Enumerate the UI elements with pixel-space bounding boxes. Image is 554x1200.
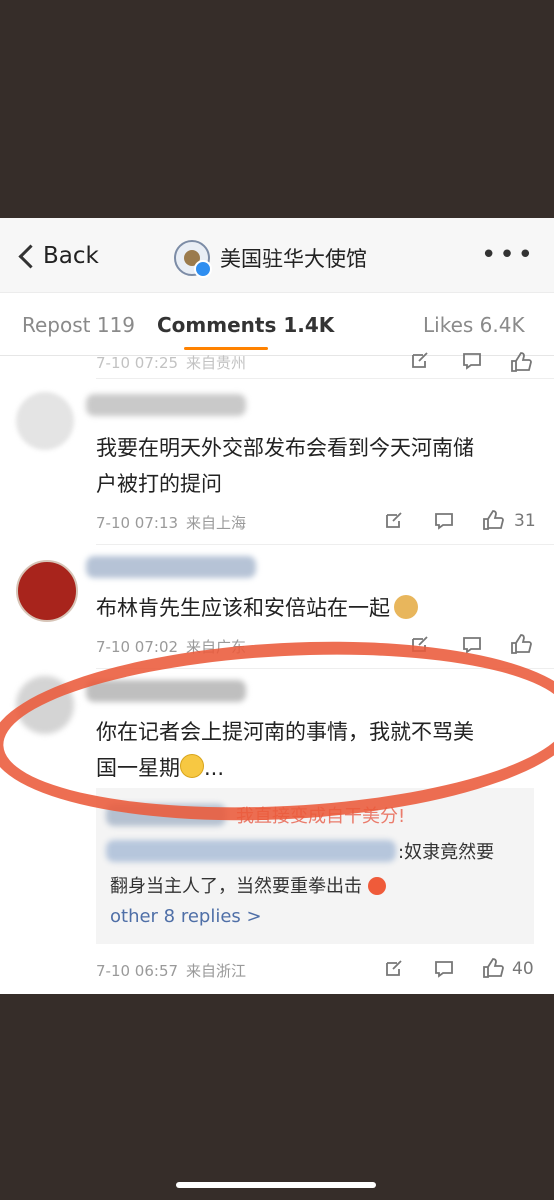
comment-time: 7-10 06:57 <box>96 962 179 980</box>
repost-icon[interactable] <box>384 512 404 530</box>
like-icon[interactable] <box>510 352 532 372</box>
comment-meta: 7-10 07:13 来自上海 <box>96 512 246 533</box>
repost-icon[interactable] <box>410 352 430 370</box>
like-icon[interactable] <box>482 958 504 978</box>
account-title[interactable]: 美国驻华大使馆 <box>174 240 367 278</box>
comment-time: 7-10 07:13 <box>96 514 179 532</box>
avatar[interactable] <box>16 392 74 450</box>
avatar <box>174 240 212 278</box>
reply-text: 翻身当主人了，当然要重拳出击 <box>110 876 362 897</box>
comment-time: 7-10 07:25 <box>96 354 179 372</box>
more-options-icon[interactable]: ••• <box>481 242 536 268</box>
comment-text: 我要在明天外交部发布会看到今天河南储 户被打的提问 <box>96 430 536 502</box>
like-count: 31 <box>514 511 536 531</box>
tab-repost[interactable]: Repost 119 <box>22 313 135 337</box>
tab-likes[interactable]: Likes 6.4K <box>423 313 525 337</box>
username-redacted[interactable] <box>86 394 246 416</box>
reply-item: :奴隶竟然要 <box>398 838 494 864</box>
comment-location: 来自浙江 <box>186 962 247 980</box>
comment-icon[interactable] <box>462 352 482 370</box>
comment-location: 来自上海 <box>186 514 247 532</box>
like-count: 40 <box>512 959 534 979</box>
comment-time: 7-10 07:02 <box>96 638 179 656</box>
doge-emoji-icon <box>394 595 418 619</box>
home-indicator[interactable] <box>176 1182 376 1188</box>
emoji-icon <box>367 877 386 895</box>
comment-location: 来自贵州 <box>186 354 247 372</box>
comment-meta: 7-10 07:25 来自贵州 <box>96 352 246 373</box>
comment-text-line: 布林肯先生应该和安倍站在一起 <box>96 596 390 620</box>
comment-text-line: 我要在明天外交部发布会看到今天河南储 <box>96 436 474 460</box>
comment-meta: 7-10 06:57 来自浙江 <box>96 960 246 981</box>
like-icon[interactable] <box>482 510 504 530</box>
comment-text: 布林肯先生应该和安倍站在一起 <box>96 590 536 626</box>
page-title: 美国驻华大使馆 <box>220 247 367 271</box>
reply-item-continued: 翻身当主人了，当然要重拳出击 <box>110 872 386 898</box>
like-icon[interactable] <box>510 634 532 654</box>
repost-icon[interactable] <box>384 960 404 978</box>
back-label: Back <box>43 243 99 269</box>
tab-bar: Repost 119 Comments 1.4K Likes 6.4K <box>0 292 554 356</box>
username-redacted[interactable] <box>86 556 256 578</box>
comment-icon[interactable] <box>434 512 454 530</box>
username-redacted[interactable] <box>106 840 396 862</box>
comment-icon[interactable] <box>434 960 454 978</box>
weibo-screen: Back 美国驻华大使馆 ••• Repost 119 Comments 1.4… <box>0 218 554 994</box>
more-replies-link[interactable]: other 8 replies > <box>110 906 262 927</box>
back-button[interactable]: Back <box>16 240 99 272</box>
tab-comments[interactable]: Comments 1.4K <box>157 313 334 337</box>
comment-text-line: 户被打的提问 <box>96 472 222 496</box>
avatar[interactable] <box>16 560 78 622</box>
verified-icon <box>194 260 212 278</box>
navigation-bar: Back 美国驻华大使馆 ••• <box>0 218 554 292</box>
reply-text: :奴隶竟然要 <box>398 842 495 863</box>
chevron-left-icon <box>18 243 43 269</box>
divider <box>96 544 554 545</box>
active-tab-indicator <box>184 347 268 350</box>
divider <box>96 378 554 379</box>
